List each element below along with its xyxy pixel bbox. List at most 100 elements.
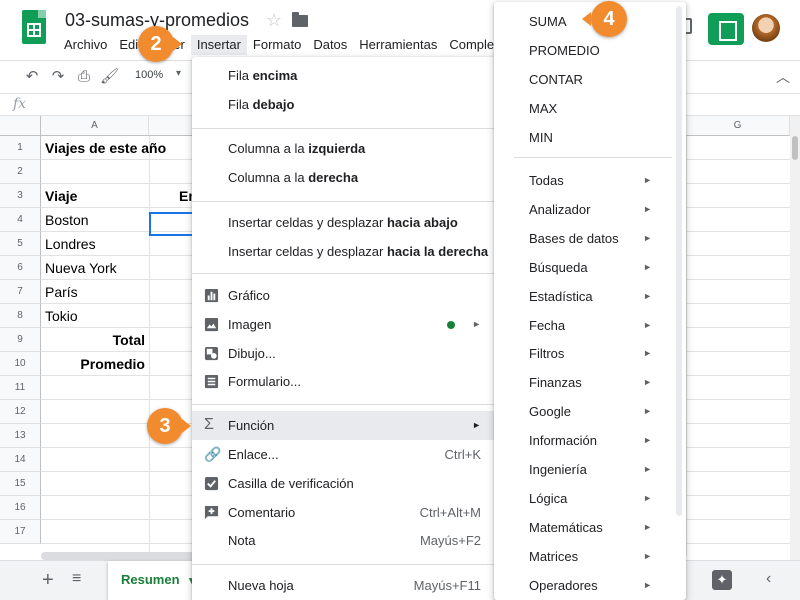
menu-item-insertar-celdas-derecha[interactable]: Insertar celdas y desplazar hacia la der… [192, 237, 495, 266]
row-header[interactable]: 9 [0, 328, 41, 352]
chevron-down-icon[interactable]: ▾ [176, 68, 181, 79]
function-category-6[interactable]: Filtros ► [494, 339, 672, 368]
select-all-corner[interactable] [0, 116, 41, 136]
row-header[interactable]: 1 [0, 136, 41, 160]
add-sheet-icon[interactable]: + [42, 569, 54, 592]
function-item-promedio[interactable]: PROMEDIO [494, 36, 672, 65]
function-category-7[interactable]: Finanzas ► [494, 368, 672, 397]
paint-format-icon[interactable]: 🖌 [100, 69, 119, 85]
menu-item-label: Imagen [228, 317, 272, 332]
row-header[interactable]: 16 [0, 496, 41, 520]
function-category-9[interactable]: Información ► [494, 426, 672, 455]
row-header[interactable]: 13 [0, 424, 41, 448]
cell-a3[interactable]: Viaje [41, 184, 149, 208]
menu-item-dibujo[interactable]: Dibujo... [192, 339, 495, 368]
row-header[interactable]: 2 [0, 160, 41, 184]
col-header[interactable]: A [41, 116, 149, 136]
function-item-max[interactable]: MAX [494, 94, 672, 123]
menu-formato[interactable]: Formato [247, 35, 307, 55]
cell-a1[interactable]: Viajes de este año [41, 136, 201, 160]
menu-item-columna-izquierda[interactable]: Columna a la izquierda [192, 134, 495, 163]
cell-a10[interactable]: Promedio [41, 352, 149, 376]
menu-divider [192, 128, 495, 129]
menu-item-nota[interactable]: Nota Mayús+F2 [192, 526, 495, 555]
function-category-5[interactable]: Fecha ► [494, 311, 672, 340]
function-category-4[interactable]: Estadística ► [494, 282, 672, 311]
star-icon[interactable]: ☆ [266, 10, 282, 31]
badge-pointer [582, 12, 591, 26]
cell-a5[interactable]: Londres [41, 232, 149, 256]
row-header[interactable]: 3 [0, 184, 41, 208]
function-category-13[interactable]: Matrices ► [494, 542, 672, 571]
explore-icon[interactable]: ✦ [712, 570, 732, 590]
cell-a7[interactable]: París [41, 280, 149, 304]
menu-item-grafico[interactable]: Gráfico [192, 281, 495, 310]
function-category-label: Matrices [529, 548, 579, 564]
function-item-min[interactable]: MIN [494, 123, 672, 152]
menu-item-enlace[interactable]: 🔗 Enlace... Ctrl+K [192, 440, 495, 469]
row-header[interactable]: 11 [0, 376, 41, 400]
cell-a4[interactable]: Boston [41, 208, 149, 232]
submenu-arrow-icon: ► [643, 290, 652, 301]
menu-insertar[interactable]: Insertar [190, 35, 247, 55]
menu-item-imagen[interactable]: Imagen ► [192, 310, 495, 339]
function-category-0[interactable]: Todas ► [494, 166, 672, 195]
function-category-8[interactable]: Google ► [494, 397, 672, 426]
function-category-14[interactable]: Operadores ► [494, 571, 672, 600]
all-sheets-icon[interactable]: ≡ [72, 570, 81, 588]
row-header[interactable]: 12 [0, 400, 41, 424]
meet-present-icon[interactable] [708, 13, 744, 45]
function-category-1[interactable]: Analizador ► [494, 195, 672, 224]
menu-item-funcion[interactable]: Σ Función ► [192, 411, 495, 440]
row-header[interactable]: 6 [0, 256, 41, 280]
row-header[interactable]: 8 [0, 304, 41, 328]
row-header[interactable]: 7 [0, 280, 41, 304]
menu-item-fila-encima[interactable]: Fila encima [192, 61, 495, 90]
menu-item-nueva-hoja[interactable]: Nueva hoja Mayús+F11 [192, 571, 495, 600]
menu-item-label-bold: hacia la derecha [386, 244, 489, 259]
row-header[interactable]: 5 [0, 232, 41, 256]
menu-item-columna-derecha[interactable]: Columna a la derecha [192, 163, 495, 192]
function-category-3[interactable]: Búsqueda ► [494, 253, 672, 282]
menu-archivo[interactable]: Archivo [58, 35, 113, 55]
avatar[interactable] [752, 14, 780, 42]
menu-item-fila-debajo[interactable]: Fila debajo [192, 90, 495, 119]
menu-item-formulario[interactable]: Formulario... [192, 367, 495, 396]
menu-item-label: Gráfico [228, 288, 270, 303]
selected-cell-b9[interactable] [149, 212, 195, 236]
function-category-12[interactable]: Matemáticas ► [494, 513, 672, 542]
horizontal-scrollbar[interactable] [41, 552, 201, 560]
chevron-up-icon[interactable]: ︿ [776, 67, 790, 87]
chevron-left-icon[interactable]: ‹ [766, 570, 771, 588]
menu-item-label: Nota [228, 533, 256, 548]
redo-icon[interactable]: ↷ [50, 69, 66, 85]
row-header[interactable]: 4 [0, 208, 41, 232]
print-icon[interactable]: ⎙ [76, 69, 92, 85]
undo-icon[interactable]: ↶ [24, 69, 40, 85]
function-category-2[interactable]: Bases de datos ► [494, 224, 672, 253]
row-header[interactable]: 14 [0, 448, 41, 472]
cell-a6[interactable]: Nueva York [41, 256, 149, 280]
menu-item-insertar-celdas-abajo[interactable]: Insertar celdas y desplazar hacia abajo [192, 208, 495, 237]
submenu-arrow-icon: ► [472, 319, 481, 329]
menu-datos[interactable]: Datos [307, 35, 353, 55]
menu-item-casilla[interactable]: Casilla de verificación [192, 469, 495, 498]
badge-pointer [173, 37, 182, 51]
function-category-10[interactable]: Ingeniería ► [494, 455, 672, 484]
row-header[interactable]: 10 [0, 352, 41, 376]
menu-item-comentario[interactable]: Comentario Ctrl+Alt+M [192, 498, 495, 527]
menu-herramientas[interactable]: Herramientas [353, 35, 443, 55]
row-header[interactable]: 15 [0, 472, 41, 496]
sheet-tab-resumen[interactable]: Resumen ▾ [108, 561, 198, 600]
cell-a8[interactable]: Tokio [41, 304, 149, 328]
col-header[interactable]: G [686, 116, 790, 136]
zoom-select[interactable]: 100% [135, 69, 163, 81]
vertical-scrollbar[interactable] [790, 116, 800, 560]
row-header[interactable]: 17 [0, 520, 41, 544]
folder-icon[interactable] [292, 12, 308, 27]
sheets-logo-icon[interactable] [22, 10, 46, 44]
function-item-contar[interactable]: CONTAR [494, 65, 672, 94]
cell-a9[interactable]: Total [41, 328, 149, 352]
menu-scrollbar[interactable] [676, 6, 682, 516]
function-category-11[interactable]: Lógica ► [494, 484, 672, 513]
